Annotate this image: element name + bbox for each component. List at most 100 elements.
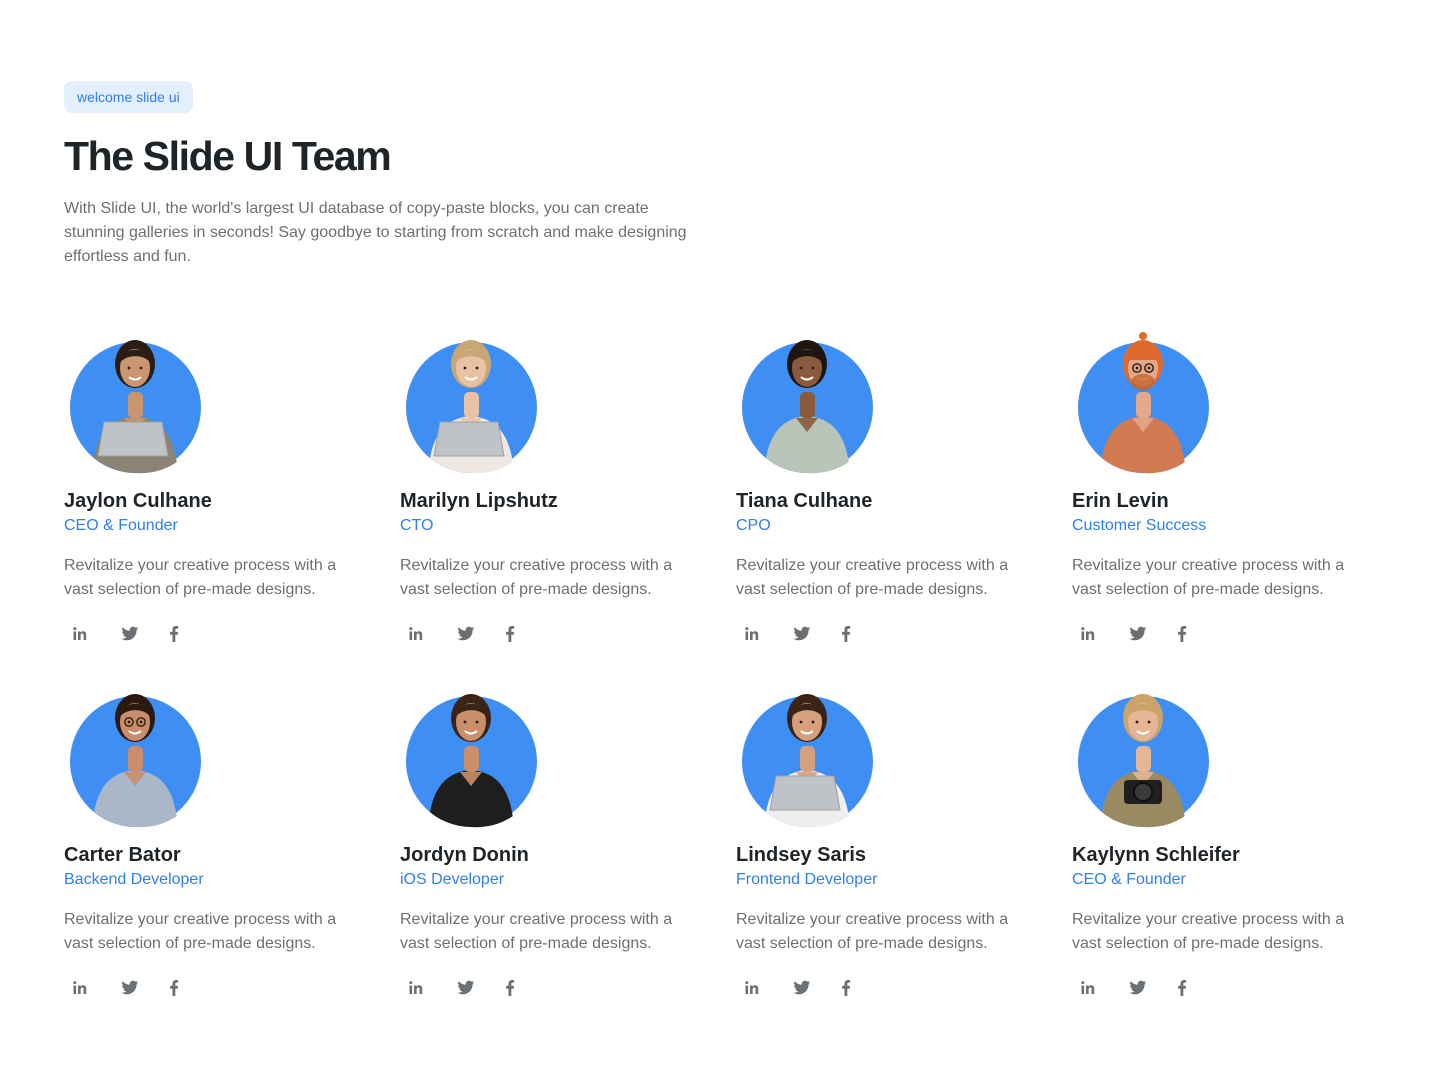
member-name: Carter Bator (64, 844, 181, 866)
portrait-figure (764, 694, 850, 828)
twitter-icon (1129, 626, 1147, 641)
portrait-figure (428, 340, 514, 474)
twitter-link[interactable] (780, 976, 824, 1000)
portrait-figure (764, 340, 850, 474)
member-description: Revitalize your creative process with a … (736, 557, 1009, 598)
team-member-card-5: Carter Bator Backend Developer Revitaliz… (64, 680, 400, 1034)
social-links (64, 976, 400, 1000)
twitter-link[interactable] (1116, 622, 1160, 646)
person-portrait (428, 340, 514, 474)
facebook-link[interactable] (824, 976, 868, 1000)
member-description: Revitalize your creative process with a … (1072, 557, 1345, 598)
team-member-card-8: Kaylynn Schleifer CEO & Founder Revitali… (1072, 680, 1408, 1034)
person-portrait (1100, 694, 1186, 828)
section-description: With Slide UI, the world's largest UI da… (64, 200, 687, 265)
linkedin-link[interactable] (400, 622, 444, 646)
facebook-icon (506, 980, 515, 996)
twitter-icon (121, 980, 139, 995)
linkedin-icon (409, 981, 423, 994)
member-role: Frontend Developer (736, 871, 878, 888)
person-portrait (764, 694, 850, 828)
twitter-link[interactable] (780, 622, 824, 646)
member-description: Revitalize your creative process with a … (400, 557, 673, 598)
facebook-icon (1178, 626, 1187, 642)
social-links (1072, 622, 1408, 646)
twitter-icon (1129, 980, 1147, 995)
linkedin-link[interactable] (736, 622, 780, 646)
linkedin-link[interactable] (1072, 976, 1116, 1000)
twitter-link[interactable] (108, 622, 152, 646)
avatar (736, 326, 878, 474)
team-section: welcome slide ui The Slide UI Team With … (0, 0, 1440, 1085)
facebook-icon (1178, 980, 1187, 996)
facebook-icon (842, 980, 851, 996)
social-links (400, 622, 736, 646)
member-name: Lindsey Saris (736, 844, 867, 866)
person-portrait (1100, 332, 1186, 474)
member-description: Revitalize your creative process with a … (64, 557, 337, 598)
member-name: Erin Levin (1072, 490, 1169, 512)
avatar (400, 326, 542, 474)
social-links (400, 976, 736, 1000)
member-description: Revitalize your creative process with a … (64, 911, 337, 952)
social-links (1072, 976, 1408, 1000)
linkedin-icon (409, 627, 423, 640)
linkedin-link[interactable] (736, 976, 780, 1000)
linkedin-icon (745, 627, 759, 640)
social-links (736, 622, 1072, 646)
team-grid: Jaylon Culhane CEO & Founder Revitalize … (64, 326, 1408, 1034)
member-description: Revitalize your creative process with a … (736, 911, 1009, 952)
member-role: iOS Developer (400, 871, 505, 888)
member-name: Kaylynn Schleifer (1072, 844, 1240, 866)
facebook-link[interactable] (824, 622, 868, 646)
facebook-link[interactable] (152, 976, 196, 1000)
portrait-figure (1100, 694, 1186, 828)
team-member-card-1: Jaylon Culhane CEO & Founder Revitalize … (64, 326, 400, 680)
facebook-icon (170, 980, 179, 996)
linkedin-link[interactable] (64, 622, 108, 646)
facebook-icon (506, 626, 515, 642)
avatar (64, 680, 206, 828)
member-description: Revitalize your creative process with a … (1072, 911, 1345, 952)
linkedin-link[interactable] (1072, 622, 1116, 646)
linkedin-icon (745, 981, 759, 994)
portrait-figure (92, 694, 178, 828)
facebook-link[interactable] (488, 622, 532, 646)
avatar (1072, 680, 1214, 828)
twitter-icon (793, 626, 811, 641)
facebook-link[interactable] (488, 976, 532, 1000)
linkedin-link[interactable] (400, 976, 444, 1000)
facebook-icon (842, 626, 851, 642)
person-portrait (92, 694, 178, 828)
portrait-figure (92, 340, 178, 474)
linkedin-icon (1081, 981, 1095, 994)
linkedin-link[interactable] (64, 976, 108, 1000)
twitter-link[interactable] (1116, 976, 1160, 1000)
portrait-figure (428, 694, 514, 828)
facebook-link[interactable] (152, 622, 196, 646)
member-name: Jordyn Donin (400, 844, 529, 866)
twitter-link[interactable] (444, 976, 488, 1000)
person-portrait (428, 694, 514, 828)
member-name: Marilyn Lipshutz (400, 490, 558, 512)
twitter-icon (457, 626, 475, 641)
avatar (1072, 326, 1214, 474)
avatar (736, 680, 878, 828)
twitter-link[interactable] (444, 622, 488, 646)
person-portrait (92, 340, 178, 474)
twitter-link[interactable] (108, 976, 152, 1000)
member-name: Tiana Culhane (736, 490, 873, 512)
social-links (736, 976, 1072, 1000)
facebook-link[interactable] (1160, 622, 1204, 646)
linkedin-icon (73, 981, 87, 994)
team-member-card-7: Lindsey Saris Frontend Developer Revital… (736, 680, 1072, 1034)
facebook-link[interactable] (1160, 976, 1204, 1000)
member-role: Backend Developer (64, 871, 204, 888)
member-description: Revitalize your creative process with a … (400, 911, 673, 952)
avatar (64, 326, 206, 474)
avatar (400, 680, 542, 828)
team-member-card-2: Marilyn Lipshutz CTO Revitalize your cre… (400, 326, 736, 680)
member-role: CEO & Founder (64, 517, 178, 534)
team-member-card-6: Jordyn Donin iOS Developer Revitalize yo… (400, 680, 736, 1034)
member-name: Jaylon Culhane (64, 490, 212, 512)
